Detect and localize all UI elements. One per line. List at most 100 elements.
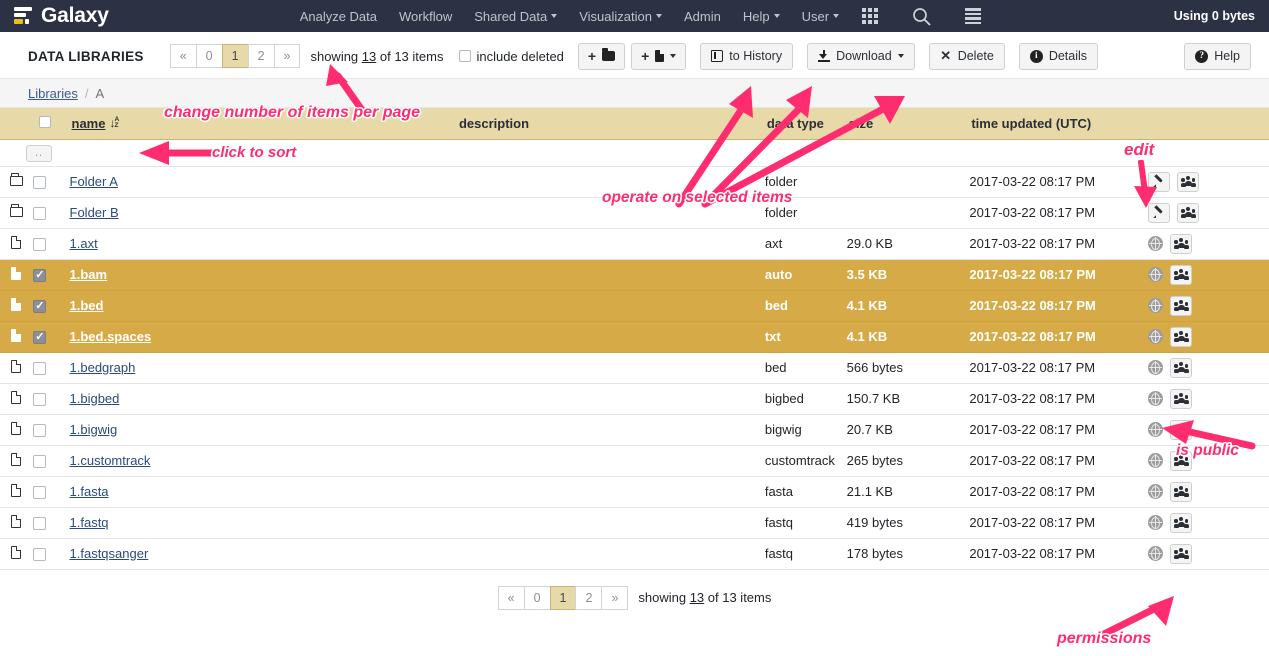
globe-icon[interactable] (1148, 453, 1163, 468)
nav-shared-data[interactable]: Shared Data (463, 3, 568, 30)
row-select-cell[interactable] (33, 476, 70, 507)
edit-button[interactable] (1148, 172, 1170, 192)
row-select-cell[interactable] (33, 383, 70, 414)
nav-user[interactable]: User (791, 3, 850, 30)
page-1-button[interactable]: 1 (222, 44, 248, 68)
row-select-cell[interactable] (33, 290, 70, 321)
page-last-button[interactable]: » (274, 44, 301, 68)
page-1-button-bottom[interactable]: 1 (550, 586, 576, 610)
globe-icon[interactable] (1148, 360, 1163, 375)
row-select-cell[interactable] (33, 228, 70, 259)
row-checkbox[interactable] (33, 176, 46, 189)
breadcrumb-libraries-link[interactable]: Libraries (28, 86, 78, 101)
row-checkbox[interactable] (33, 517, 46, 530)
page-first-button-bottom[interactable]: « (498, 586, 524, 610)
permissions-button[interactable] (1170, 296, 1192, 316)
row-checkbox[interactable] (33, 548, 46, 561)
page-first-button[interactable]: « (170, 44, 196, 68)
table-row[interactable]: Folder Afolder2017-03-22 08:17 PM (0, 166, 1269, 197)
search-icon[interactable] (890, 1, 953, 32)
include-deleted-toggle[interactable]: include deleted (459, 49, 563, 64)
globe-icon[interactable] (1148, 391, 1163, 406)
row-checkbox[interactable] (33, 362, 46, 375)
row-select-cell[interactable] (33, 259, 70, 290)
permissions-button[interactable] (1170, 265, 1192, 285)
permissions-button[interactable] (1177, 203, 1199, 223)
table-row[interactable]: 1.fastqfastq419 bytes2017-03-22 08:17 PM (0, 507, 1269, 538)
permissions-button[interactable] (1170, 234, 1192, 254)
globe-icon[interactable] (1148, 329, 1163, 344)
sort-by-name-link[interactable]: name (72, 116, 106, 131)
row-checkbox[interactable] (33, 455, 46, 468)
table-row[interactable]: Folder Bfolder2017-03-22 08:17 PM (0, 197, 1269, 228)
globe-icon[interactable] (1148, 422, 1163, 437)
brand-logo[interactable]: Galaxy (0, 4, 109, 28)
row-checkbox[interactable] (33, 486, 46, 499)
row-name-link[interactable]: 1.bigwig (70, 422, 118, 437)
permissions-button[interactable] (1170, 389, 1192, 409)
row-name-link[interactable]: Folder B (70, 205, 119, 220)
globe-icon[interactable] (1148, 515, 1163, 530)
row-name-link[interactable]: 1.fastq (70, 515, 109, 530)
row-checkbox[interactable] (33, 238, 46, 251)
items-per-page-link[interactable]: 13 (362, 49, 376, 64)
page-2-button[interactable]: 2 (248, 44, 274, 68)
row-name-link[interactable]: 1.bigbed (70, 391, 120, 406)
nav-visualization[interactable]: Visualization (568, 3, 673, 30)
go-up-button[interactable]: .. (26, 145, 52, 162)
row-select-cell[interactable] (33, 321, 70, 352)
nav-workflow[interactable]: Workflow (388, 3, 463, 30)
nav-analyze-data[interactable]: Analyze Data (289, 3, 388, 30)
row-name-link[interactable]: 1.customtrack (70, 453, 151, 468)
row-checkbox[interactable] (33, 393, 46, 406)
row-name-link[interactable]: 1.fastqsanger (70, 546, 149, 561)
permissions-button[interactable] (1170, 544, 1192, 564)
row-checkbox[interactable] (33, 269, 46, 282)
page-0-button[interactable]: 0 (196, 44, 222, 68)
add-folder-button[interactable]: + (578, 43, 625, 70)
delete-button[interactable]: ✕ Delete (929, 43, 1005, 70)
row-checkbox[interactable] (33, 424, 46, 437)
nav-admin[interactable]: Admin (673, 3, 732, 30)
table-row[interactable]: 1.bedbed4.1 KB2017-03-22 08:17 PM (0, 290, 1269, 321)
permissions-button[interactable] (1177, 172, 1199, 192)
table-row[interactable]: 1.fastafasta21.1 KB2017-03-22 08:17 PM (0, 476, 1269, 507)
table-row[interactable]: 1.bamauto3.5 KB2017-03-22 08:17 PM (0, 259, 1269, 290)
permissions-button[interactable] (1170, 420, 1192, 440)
row-name-link[interactable]: 1.bed (70, 298, 104, 313)
row-select-cell[interactable] (33, 445, 70, 476)
permissions-button[interactable] (1170, 513, 1192, 533)
table-row-up[interactable]: .. (0, 139, 1269, 166)
sort-az-icon[interactable]: ↓AZ (109, 116, 118, 130)
globe-icon[interactable] (1148, 298, 1163, 313)
nav-help[interactable]: Help (732, 3, 791, 30)
table-row[interactable]: 1.axtaxt29.0 KB2017-03-22 08:17 PM (0, 228, 1269, 259)
row-name-link[interactable]: 1.bam (70, 267, 108, 282)
row-name-link[interactable]: 1.bed.spaces (70, 329, 152, 344)
page-0-button-bottom[interactable]: 0 (524, 586, 550, 610)
select-all-checkbox[interactable] (39, 116, 51, 128)
page-2-button-bottom[interactable]: 2 (575, 586, 601, 610)
table-row[interactable]: 1.fastqsangerfastq178 bytes2017-03-22 08… (0, 538, 1269, 569)
table-row[interactable]: 1.bedgraphbed566 bytes2017-03-22 08:17 P… (0, 352, 1269, 383)
download-button[interactable]: Download (807, 43, 915, 70)
grid-icon[interactable] (850, 2, 890, 30)
to-history-button[interactable]: to History (700, 43, 793, 70)
row-select-cell[interactable] (33, 166, 70, 197)
help-button[interactable]: ? Help (1184, 43, 1251, 70)
globe-icon[interactable] (1148, 484, 1163, 499)
table-row[interactable]: 1.bigwigbigwig20.7 KB2017-03-22 08:17 PM (0, 414, 1269, 445)
row-name-link[interactable]: Folder A (70, 174, 118, 189)
items-per-page-link-bottom[interactable]: 13 (690, 590, 704, 605)
permissions-button[interactable] (1170, 482, 1192, 502)
row-select-cell[interactable] (33, 352, 70, 383)
permissions-button[interactable] (1170, 358, 1192, 378)
table-row[interactable]: 1.customtrackcustomtrack265 bytes2017-03… (0, 445, 1269, 476)
globe-icon[interactable] (1148, 267, 1163, 282)
globe-icon[interactable] (1148, 546, 1163, 561)
row-checkbox[interactable] (33, 300, 46, 313)
row-select-cell[interactable] (33, 507, 70, 538)
row-select-cell[interactable] (33, 414, 70, 445)
table-row[interactable]: 1.bed.spacestxt4.1 KB2017-03-22 08:17 PM (0, 321, 1269, 352)
page-last-button-bottom[interactable]: » (601, 586, 628, 610)
